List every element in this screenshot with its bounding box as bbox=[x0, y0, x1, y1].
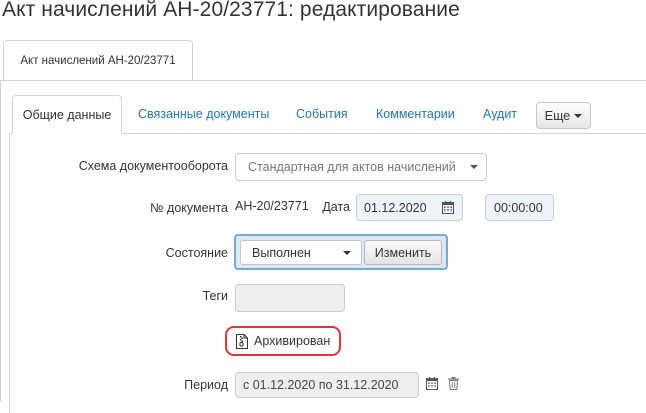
workflow-label: Схема документооборота bbox=[78, 159, 228, 173]
state-value: Выполнен bbox=[252, 245, 311, 260]
trash-icon[interactable] bbox=[448, 377, 459, 390]
workflow-value: Стандартная для актов начислений bbox=[248, 160, 456, 174]
tab-document-label: Акт начислений АН-20/23771 bbox=[20, 54, 176, 67]
period-value: с 01.12.2020 по 31.12.2020 bbox=[243, 378, 399, 392]
doc-number-value: АН-20/23771 bbox=[235, 199, 309, 213]
state-select[interactable]: Выполнен bbox=[240, 240, 362, 265]
tab-general[interactable]: Общие данные bbox=[12, 95, 122, 134]
state-label: Состояние bbox=[165, 246, 228, 260]
tab-audit-label: Аудит bbox=[483, 107, 518, 121]
period-input[interactable]: с 01.12.2020 по 31.12.2020 bbox=[235, 372, 419, 398]
chevron-down-icon bbox=[574, 113, 583, 118]
calendar-icon[interactable] bbox=[442, 201, 454, 214]
tab-events[interactable]: События bbox=[296, 95, 348, 133]
tab-related-documents-label: Связанные документы bbox=[138, 107, 270, 121]
archived-label: Архивирован bbox=[254, 334, 331, 348]
tab-events-label: События bbox=[296, 107, 348, 121]
more-button[interactable]: Еще bbox=[536, 102, 591, 129]
calendar-icon[interactable] bbox=[426, 377, 438, 390]
period-label: Период bbox=[184, 378, 228, 392]
tab-document[interactable]: Акт начислений АН-20/23771 bbox=[3, 40, 193, 81]
time-input[interactable]: 00:00:00 bbox=[485, 194, 554, 221]
tab-related-documents[interactable]: Связанные документы bbox=[138, 95, 269, 133]
workflow-select[interactable]: Стандартная для актов начислений bbox=[235, 153, 487, 181]
tags-label: Теги bbox=[202, 289, 228, 303]
tab-comments-label: Комментарии bbox=[376, 107, 455, 121]
page-title: Акт начислений АН-20/23771: редактирован… bbox=[2, 0, 460, 21]
date-value: 01.12.2020 bbox=[364, 200, 427, 215]
archive-document-icon bbox=[236, 333, 248, 349]
tab-audit[interactable]: Аудит bbox=[483, 95, 517, 133]
time-value: 00:00:00 bbox=[494, 200, 543, 215]
date-input[interactable]: 01.12.2020 bbox=[356, 194, 463, 221]
more-button-label: Еще bbox=[544, 108, 571, 123]
chevron-down-icon bbox=[343, 251, 351, 255]
date-label: Дата bbox=[322, 200, 350, 214]
change-state-button[interactable]: Изменить bbox=[364, 240, 442, 265]
state-control: Выполнен Изменить bbox=[234, 234, 448, 270]
chevron-down-icon bbox=[470, 165, 478, 169]
tab-comments[interactable]: Комментарии bbox=[376, 95, 455, 133]
archived-badge: Архивирован bbox=[225, 326, 341, 356]
change-state-label: Изменить bbox=[374, 245, 432, 260]
tab-general-label: Общие данные bbox=[22, 107, 112, 122]
tags-input[interactable] bbox=[235, 284, 345, 312]
doc-number-label: № документа bbox=[150, 201, 228, 215]
outer-divider bbox=[0, 80, 646, 81]
outer-border-left bbox=[0, 80, 1, 402]
